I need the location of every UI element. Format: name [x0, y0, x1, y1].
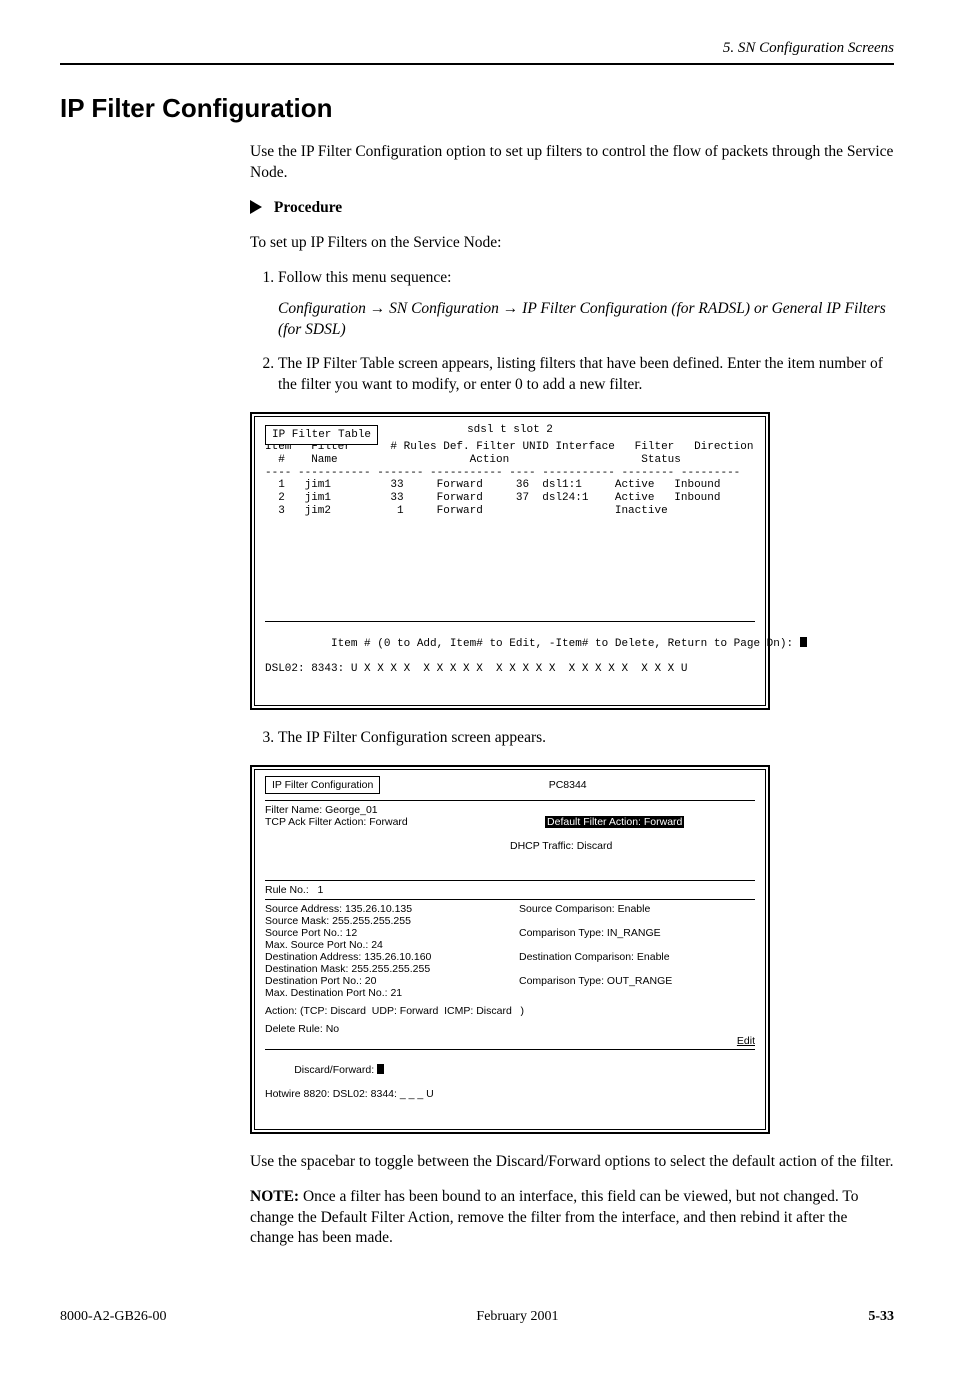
page-footer: 8000-A2-GB26-00 February 2001 5-33: [60, 1309, 894, 1325]
screen1-title: sdsl t slot 2: [265, 423, 755, 438]
menu-seq-first: Configuration: [278, 300, 366, 317]
screen2-action-line: Action: (TCP: Discard UDP: Forward ICMP:…: [265, 1005, 755, 1017]
screen1-headers: Item Filter # Rules Def. Filter UNID Int…: [265, 441, 755, 479]
screen2-dhcp: DHCP Traffic: Discard: [510, 840, 755, 852]
screen2-default-action: Default Filter Action: Forward: [545, 816, 684, 828]
footer-docnum: 8000-A2-GB26-00: [60, 1309, 167, 1325]
menu-seq-rest: → SN Configuration → IP Filter Configura…: [278, 300, 886, 338]
edit-link[interactable]: Edit: [265, 1035, 755, 1047]
screen2-tab: IP Filter Configuration: [265, 776, 380, 794]
screen2-title: PC8344: [380, 778, 755, 792]
screen2-top-left: Filter Name: George_01 TCP Ack Filter Ac…: [265, 804, 510, 876]
footer-month: February 2001: [476, 1309, 558, 1325]
screen2-prompt: Discard/Forward:: [294, 1064, 377, 1076]
screen2-status: Hotwire 8820: DSL02: 8344: _ _ _ U: [265, 1088, 755, 1100]
screen1-prompt: Item # (0 to Add, Item# to Edit, -Item# …: [331, 638, 800, 650]
procedure-heading: Procedure: [250, 198, 894, 219]
screenshot-ip-filter-table: IP Filter Table sdsl t slot 2 Item Filte…: [250, 412, 770, 710]
footer-page: 5-33: [868, 1309, 894, 1325]
after-p1: Use the spacebar to toggle between the D…: [250, 1152, 894, 1173]
note-text: Once a filter has been bound to an inter…: [250, 1188, 859, 1247]
intro-paragraph: Use the IP Filter Configuration option t…: [250, 142, 894, 184]
step-3: The IP Filter Configuration screen appea…: [278, 728, 894, 749]
after-p2: NOTE: Once a filter has been bound to an…: [250, 1187, 894, 1250]
step-1-text: Follow this menu sequence:: [278, 269, 452, 286]
note-label: NOTE:: [250, 1188, 299, 1205]
divider: [265, 880, 755, 881]
step-1: Follow this menu sequence: Configuration…: [278, 268, 894, 341]
screen1-rows: 1 jim1 33 Forward 36 dsl1:1 Active Inbou…: [265, 479, 755, 619]
screen2-left-block: Source Address: 135.26.10.135 Source Mas…: [265, 903, 501, 1000]
arrow-icon: [250, 200, 262, 214]
cursor-icon: [377, 1064, 384, 1074]
procedure-label: Procedure: [274, 199, 342, 216]
screen2-right-block: Source Comparison: Enable Comparison Typ…: [519, 903, 755, 1000]
screen1-status: DSL02: 8343: U X X X X X X X X X X X X X…: [265, 663, 755, 676]
step-2: The IP Filter Table screen appears, list…: [278, 354, 894, 396]
screen2-rule-no: Rule No.: 1: [265, 884, 755, 896]
screen2-prompt-row[interactable]: Discard/Forward: Hotwire 8820: DSL02: 83…: [265, 1049, 755, 1124]
header-rule: [60, 63, 894, 65]
procedure-intro: To set up IP Filters on the Service Node…: [250, 233, 894, 254]
screenshot-ip-filter-config: IP Filter Configuration PC8344 Filter Na…: [250, 765, 770, 1134]
screen2-delete-rule: Delete Rule: No: [265, 1023, 755, 1035]
cursor-icon: [800, 637, 807, 647]
divider: [265, 800, 755, 801]
screen1-prompt-row[interactable]: Item # (0 to Add, Item# to Edit, -Item# …: [265, 621, 755, 701]
divider: [265, 899, 755, 900]
running-header: 5. SN Configuration Screens: [60, 40, 894, 57]
section-title: IP Filter Configuration: [60, 93, 894, 124]
